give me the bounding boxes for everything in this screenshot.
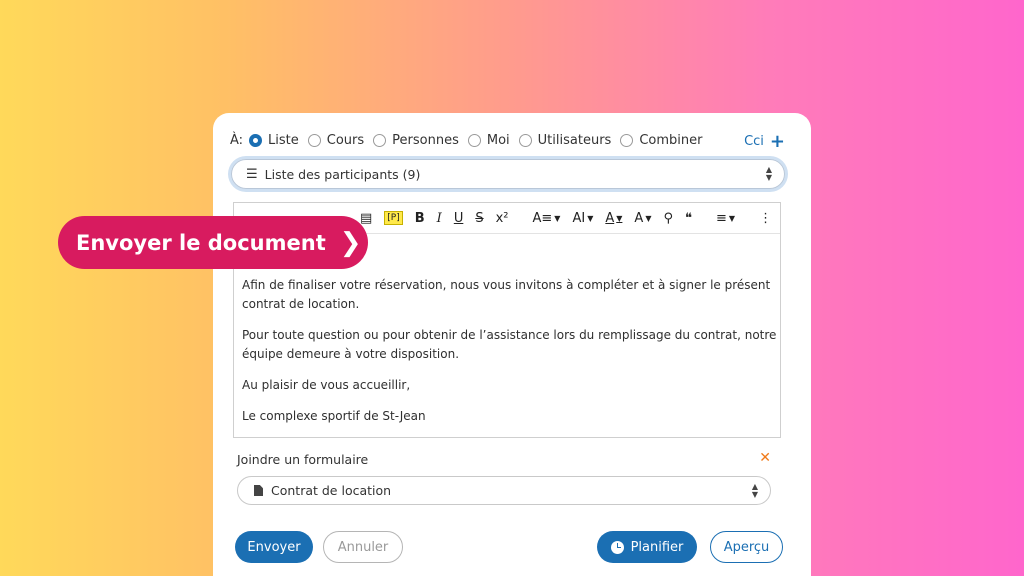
select-arrows-icon: ▲ ▼: [751, 482, 758, 499]
radio-icon[interactable]: [373, 134, 387, 147]
letter-case-button[interactable]: AI ▼: [572, 211, 593, 226]
quote-icon[interactable]: ❝: [685, 211, 692, 226]
radio-utilisateurs[interactable]: Utilisateurs: [518, 133, 611, 148]
font-size-button[interactable]: A≡ ▼: [533, 211, 561, 226]
radio-cours[interactable]: Cours: [307, 133, 364, 148]
italic-button[interactable]: I: [437, 211, 442, 226]
recipient-type-row: À: Liste Cours Personnes Moi Utilisateur…: [230, 133, 711, 148]
form-select-value: Contrat de location: [271, 483, 392, 498]
cancel-button[interactable]: Annuler: [323, 531, 403, 563]
radio-combiner[interactable]: Combiner: [620, 133, 702, 148]
highlight-color-button[interactable]: A ▼: [634, 211, 651, 226]
radio-icon[interactable]: [620, 134, 634, 147]
radio-moi[interactable]: Moi: [467, 133, 510, 148]
radio-personnes[interactable]: Personnes: [373, 133, 459, 148]
link-icon[interactable]: ⚲: [663, 211, 673, 226]
bold-button[interactable]: B: [415, 211, 425, 226]
clock-icon: [610, 540, 624, 554]
strikethrough-button[interactable]: S: [475, 211, 483, 226]
list-select-value: Liste des participants (9): [264, 166, 421, 182]
editor-paragraph: Pour toute question ou pour obtenir de l…: [242, 328, 777, 361]
font-color-button[interactable]: A ▼: [605, 211, 622, 226]
file-icon: [254, 485, 263, 496]
editor-paragraph: Afin de finaliser votre réservation, nou…: [242, 278, 771, 311]
more-options-icon[interactable]: ⋮: [759, 211, 772, 226]
editor-paragraph: Le complexe sportif de St-Jean: [242, 409, 426, 423]
close-icon[interactable]: ✕: [759, 450, 771, 466]
send-button[interactable]: Envoyer: [235, 531, 313, 563]
recipient-label: À:: [230, 133, 244, 148]
preview-button[interactable]: Aperçu: [710, 531, 783, 563]
participant-list-select[interactable]: ☰ Liste des participants (9) ▲ ▼: [231, 159, 785, 189]
compose-card: À: Liste Cours Personnes Moi Utilisateur…: [213, 113, 811, 576]
radio-checked-icon[interactable]: [249, 134, 263, 147]
radio-icon[interactable]: [467, 134, 481, 147]
document-icon[interactable]: ▤: [360, 211, 372, 226]
schedule-button[interactable]: Planifier: [597, 531, 697, 563]
radio-icon[interactable]: [518, 134, 532, 147]
plus-icon[interactable]: +: [770, 132, 785, 150]
editor-paragraph: Au plaisir de vous accueillir,: [242, 378, 411, 392]
superscript-button[interactable]: x²: [496, 211, 509, 226]
attach-form-label: Joindre un formulaire: [237, 452, 369, 467]
placeholder-button[interactable]: [P]: [384, 211, 403, 225]
list-icon: ☰: [246, 166, 258, 182]
chevron-right-icon: ❯: [339, 227, 362, 258]
align-button[interactable]: ≡ ▼: [716, 211, 735, 226]
radio-icon[interactable]: [307, 134, 321, 147]
select-arrows-icon: ▲ ▼: [765, 165, 772, 182]
radio-liste[interactable]: Liste: [249, 133, 299, 148]
send-document-badge[interactable]: Envoyer le document ❯: [58, 216, 368, 269]
underline-button[interactable]: U: [454, 211, 464, 226]
form-select[interactable]: Contrat de location ▲ ▼: [237, 476, 771, 505]
cci-button[interactable]: Cci +: [744, 132, 785, 150]
